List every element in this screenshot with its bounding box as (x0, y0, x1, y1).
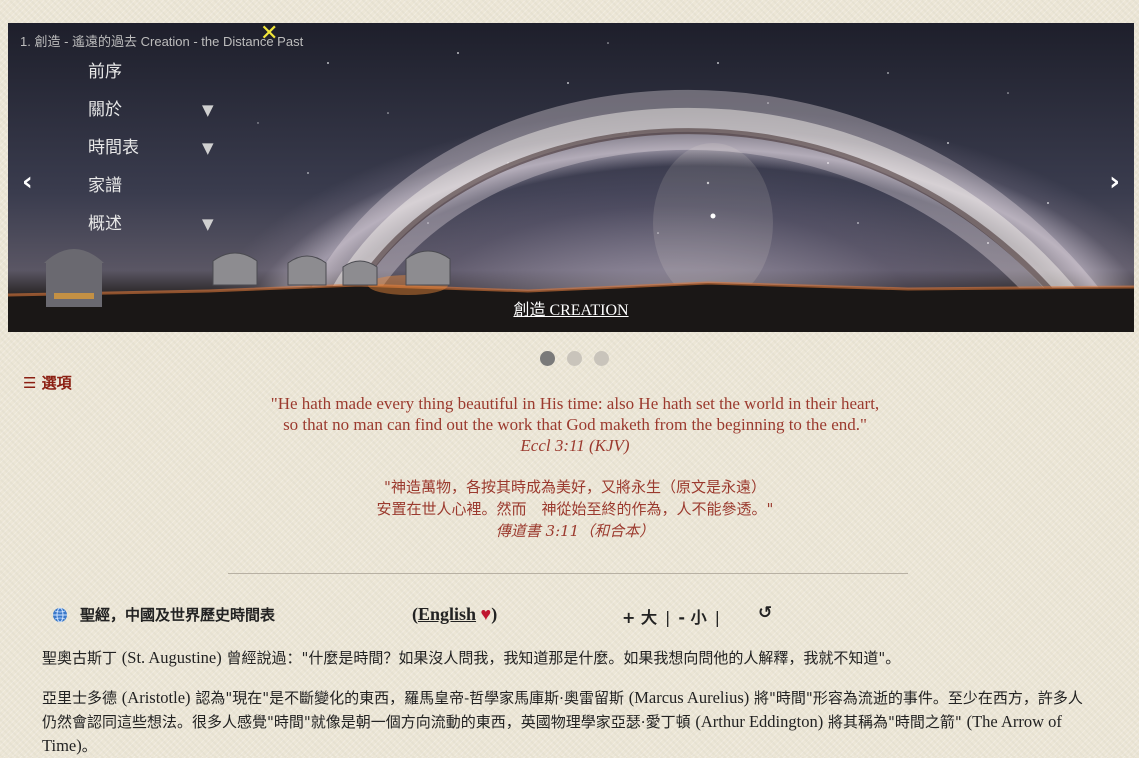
slideshow-menu: 前序 關於 ▼ 時間表 ▼ 家譜 概述 ▼ (88, 57, 228, 247)
slide-title-link[interactable]: 創造 CREATION (8, 296, 1134, 320)
divider (228, 573, 908, 574)
slide-dot-3[interactable] (594, 351, 609, 366)
dropdown-arrow-icon: ▼ (202, 139, 214, 157)
text-span: 認為"現在"是不斷變化的東西，羅馬皇帝-哲學家馬庫斯·奧雷留斯 (195, 689, 624, 707)
separator: | (664, 608, 671, 627)
close-x-icon[interactable]: ✕ (260, 23, 278, 46)
page-title: 聖經，中國及世界歷史時間表 (80, 606, 276, 624)
page-toolbar: 聖經，中國及世界歷史時間表 (English ♥) + 大 | - 小 | ↺ (52, 603, 1052, 628)
quote-english-reference: Eccl 3:11 (KJV) (520, 436, 630, 455)
dropdown-arrow-icon: ▼ (202, 101, 214, 119)
quote-english-line-2: so that no man can find out the work tha… (283, 415, 867, 434)
prev-slide-button[interactable]: ‹ (22, 167, 33, 197)
text-span: (Aristotle) (121, 688, 191, 707)
paragraph-augustine: 聖奧古斯丁 (St. Augustine) 曾經說過："什麼是時間？如果沒人問我… (42, 646, 1092, 670)
reset-font-icon[interactable]: ↺ (758, 603, 772, 623)
dropdown-arrow-icon: ▼ (202, 215, 214, 233)
font-bigger-button[interactable]: + 大 (622, 608, 657, 627)
text-span: 。 (81, 737, 97, 755)
text-span: 將其稱為"時間之箭" (828, 713, 962, 731)
menu-item-label: 關於 (88, 100, 122, 120)
globe-icon (53, 607, 67, 623)
font-size-controls: + 大 | - 小 | (622, 604, 728, 628)
text-span: (Marcus Aurelius) (628, 688, 750, 707)
menu-item-preface[interactable]: 前序 (88, 57, 228, 95)
menu-item-label: 概述 (88, 214, 122, 234)
text-span: (Arthur Eddington) (695, 712, 824, 731)
separator: | (714, 608, 720, 627)
text-span: 聖奧古斯丁 (42, 649, 118, 667)
quote-english-line-1: "He hath made every thing beautiful in H… (270, 394, 880, 413)
menu-item-genealogy[interactable]: 家譜 (88, 171, 228, 209)
english-link[interactable]: English (418, 604, 476, 624)
text-span: (St. Augustine) (121, 648, 222, 667)
options-menu-button[interactable]: ☰ 選項 (23, 372, 72, 393)
menu-item-label: 時間表 (88, 138, 139, 158)
language-switch: (English ♥) (412, 604, 497, 625)
quote-chinese: "神造萬物，各按其時成為美好，又將永生（原文是永遠） 安置在世人心裡。然而 神從… (0, 476, 1139, 542)
menu-item-about[interactable]: 關於 ▼ (88, 95, 228, 133)
next-slide-button[interactable]: › (1109, 167, 1120, 197)
slideshow: 1. 創造 - 遙遠的過去 Creation - the Distance Pa… (8, 23, 1134, 332)
menu-item-overview[interactable]: 概述 ▼ (88, 209, 228, 247)
heart-icon: ♥ (480, 604, 492, 624)
slide-dot-2[interactable] (567, 351, 582, 366)
quote-chinese-reference: 傳道書 3:11（和合本） (495, 522, 655, 540)
lang-close-paren: ) (491, 604, 498, 624)
paragraph-aristotle: 亞里士多德 (Aristotle) 認為"現在"是不斷變化的東西，羅馬皇帝-哲學… (42, 686, 1092, 758)
quote-english: "He hath made every thing beautiful in H… (0, 393, 1139, 456)
menu-item-label: 前序 (88, 62, 122, 82)
quote-chinese-line-2: 安置在世人心裡。然而 神從始至終的作為，人不能參透。" (376, 500, 774, 518)
quote-chinese-line-1: "神造萬物，各按其時成為美好，又將永生（原文是永遠） (384, 478, 766, 496)
text-span: 曾經說過："什麼是時間？如果沒人問我，我知道那是什麼。如果我想向問他的人解釋，我… (226, 649, 901, 667)
slide-indicator-dots (540, 351, 617, 367)
text-span: 亞里士多德 (42, 689, 118, 707)
menu-item-label: 家譜 (88, 176, 122, 196)
font-smaller-button[interactable]: - 小 (678, 608, 706, 627)
menu-item-timeline[interactable]: 時間表 ▼ (88, 133, 228, 171)
slide-dot-1[interactable] (540, 351, 555, 366)
